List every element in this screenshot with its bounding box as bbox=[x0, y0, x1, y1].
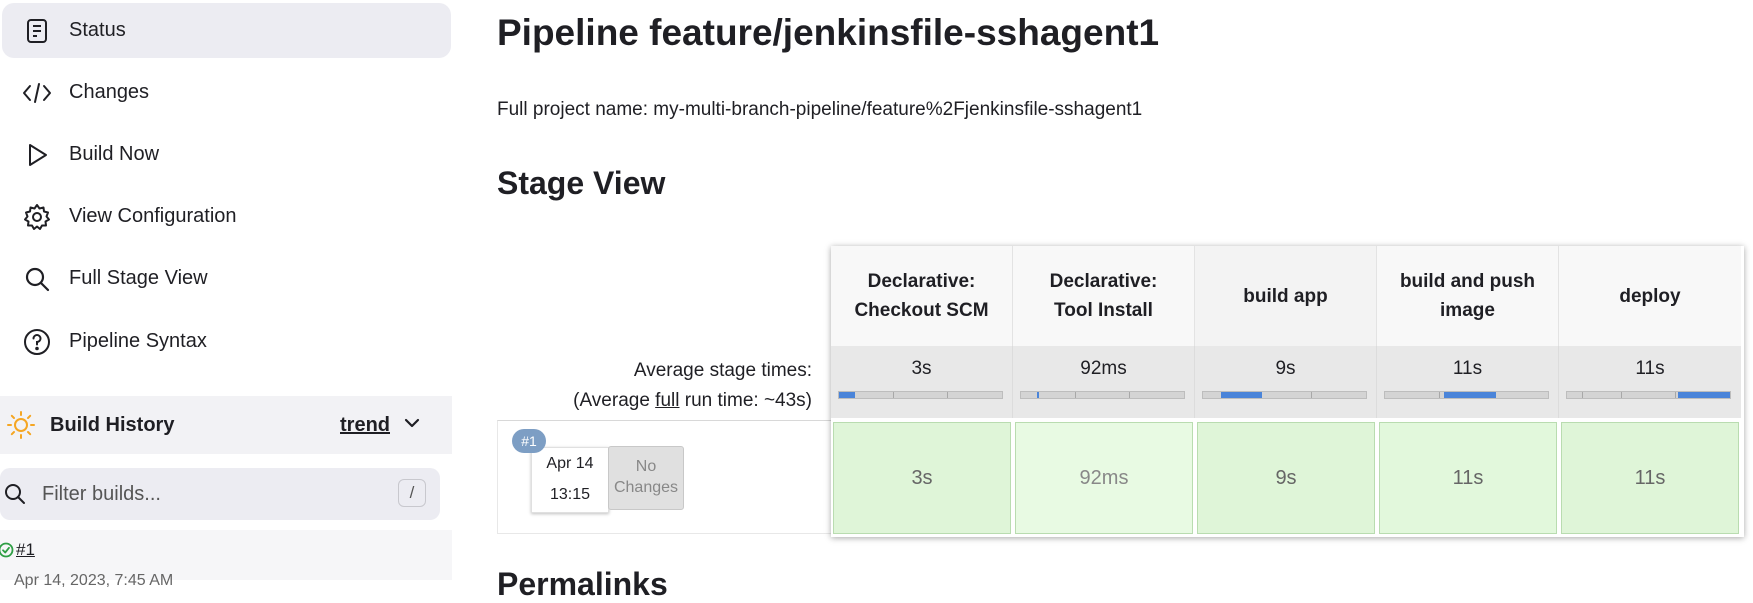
stage-cell[interactable]: 92ms bbox=[1015, 422, 1193, 534]
stage-progress-bar bbox=[1202, 391, 1367, 399]
average-stage-times-label: Average stage times: bbox=[633, 360, 812, 381]
sidebar-item-full-stage-view[interactable]: Full Stage View bbox=[2, 251, 451, 306]
sidebar-item-label: Build Now bbox=[69, 143, 160, 165]
stage-header: deploy bbox=[1559, 246, 1741, 346]
search-icon bbox=[4, 483, 26, 505]
search-icon bbox=[22, 264, 52, 294]
document-icon bbox=[22, 16, 52, 46]
stage-header: build and push image bbox=[1377, 246, 1559, 346]
stage-average-time: 11s bbox=[1635, 358, 1665, 379]
stage-cell[interactable]: 11s bbox=[1561, 422, 1739, 534]
stage-progress-fill bbox=[839, 392, 855, 398]
stage-progress-bar bbox=[838, 391, 1003, 399]
full-run-link[interactable]: full bbox=[655, 390, 679, 411]
help-icon bbox=[22, 327, 52, 357]
filter-builds-input[interactable] bbox=[40, 481, 374, 507]
stage-view-heading: Stage View bbox=[497, 165, 666, 201]
trend-link[interactable]: trend bbox=[340, 414, 390, 437]
sidebar-item-label: Full Stage View bbox=[69, 267, 208, 289]
stage-cell[interactable]: 9s bbox=[1197, 422, 1375, 534]
sidebar-item-status[interactable]: Status bbox=[2, 3, 451, 58]
stage-cell[interactable]: 3s bbox=[833, 422, 1011, 534]
code-icon bbox=[22, 78, 52, 108]
stage-progress-bar bbox=[1020, 391, 1185, 399]
stage-progress-bar bbox=[1384, 391, 1549, 399]
stage-progress-fill bbox=[1037, 392, 1039, 398]
run-changes[interactable]: No Changes bbox=[608, 446, 684, 510]
build-history-header: Build History trend bbox=[0, 396, 452, 454]
stage-progress-fill bbox=[1221, 392, 1262, 398]
build-history-title: Build History bbox=[50, 413, 175, 436]
sidebar: Status Changes Build Now View Configurat… bbox=[0, 0, 452, 589]
stage-average: 9s bbox=[1195, 346, 1377, 418]
stage-header: Declarative: Checkout SCM bbox=[831, 246, 1013, 346]
sidebar-item-pipeline-syntax[interactable]: Pipeline Syntax bbox=[2, 314, 451, 369]
run-badge[interactable]: #1 bbox=[512, 429, 546, 453]
stage-header: Declarative: Tool Install bbox=[1013, 246, 1195, 346]
full-project-name: Full project name: my-multi-branch-pipel… bbox=[497, 99, 1143, 120]
stage-progress-fill bbox=[1444, 392, 1496, 398]
sidebar-item-view-configuration[interactable]: View Configuration bbox=[2, 189, 451, 244]
stage-average: 92ms bbox=[1013, 346, 1195, 418]
stage-average: 3s bbox=[831, 346, 1013, 418]
build-history-row[interactable]: #1 Apr 14, 2023, 7:45 AM bbox=[0, 530, 452, 589]
sidebar-item-changes[interactable]: Changes bbox=[2, 65, 451, 120]
stage-average-time: 92ms bbox=[1080, 358, 1127, 379]
sidebar-item-label: View Configuration bbox=[69, 205, 237, 227]
stage-cell[interactable]: 11s bbox=[1379, 422, 1557, 534]
stage-average-time: 3s bbox=[911, 358, 932, 379]
sidebar-item-build-now[interactable]: Build Now bbox=[2, 127, 451, 182]
stage-view-table: Declarative: Checkout SCM 3s 3s Declarati… bbox=[831, 246, 1744, 537]
stage-header: build app bbox=[1195, 246, 1377, 346]
gear-icon bbox=[22, 202, 52, 232]
filter-builds: / bbox=[0, 468, 440, 520]
sidebar-item-label: Changes bbox=[69, 81, 150, 103]
keyboard-shortcut-hint: / bbox=[398, 479, 426, 507]
stage-average-time: 9s bbox=[1275, 358, 1296, 379]
average-full-run-time: (Average full run time: ~43s) bbox=[573, 390, 812, 411]
stage-average-time: 11s bbox=[1452, 358, 1483, 379]
sun-icon bbox=[6, 410, 36, 440]
chevron-down-icon[interactable] bbox=[403, 416, 421, 435]
success-check-icon bbox=[0, 542, 14, 558]
stage-progress-bar bbox=[1566, 391, 1731, 399]
sidebar-item-label: Status bbox=[69, 19, 126, 41]
page-title: Pipeline feature/jenkinsfile-sshagent1 bbox=[497, 12, 1160, 53]
permalinks-heading: Permalinks bbox=[497, 566, 668, 602]
run-date: Apr 14 13:15 bbox=[531, 447, 609, 513]
build-date: Apr 14, 2023, 7:45 AM bbox=[14, 572, 174, 589]
average-times-label: Average stage times: (Average full run t… bbox=[497, 356, 812, 416]
stage-average: 11s bbox=[1377, 346, 1559, 418]
sidebar-item-label: Pipeline Syntax bbox=[69, 330, 207, 352]
stage-average: 11s bbox=[1559, 346, 1741, 418]
stage-progress-fill bbox=[1678, 392, 1730, 398]
play-icon bbox=[22, 140, 52, 170]
build-link[interactable]: #1 bbox=[16, 540, 35, 560]
